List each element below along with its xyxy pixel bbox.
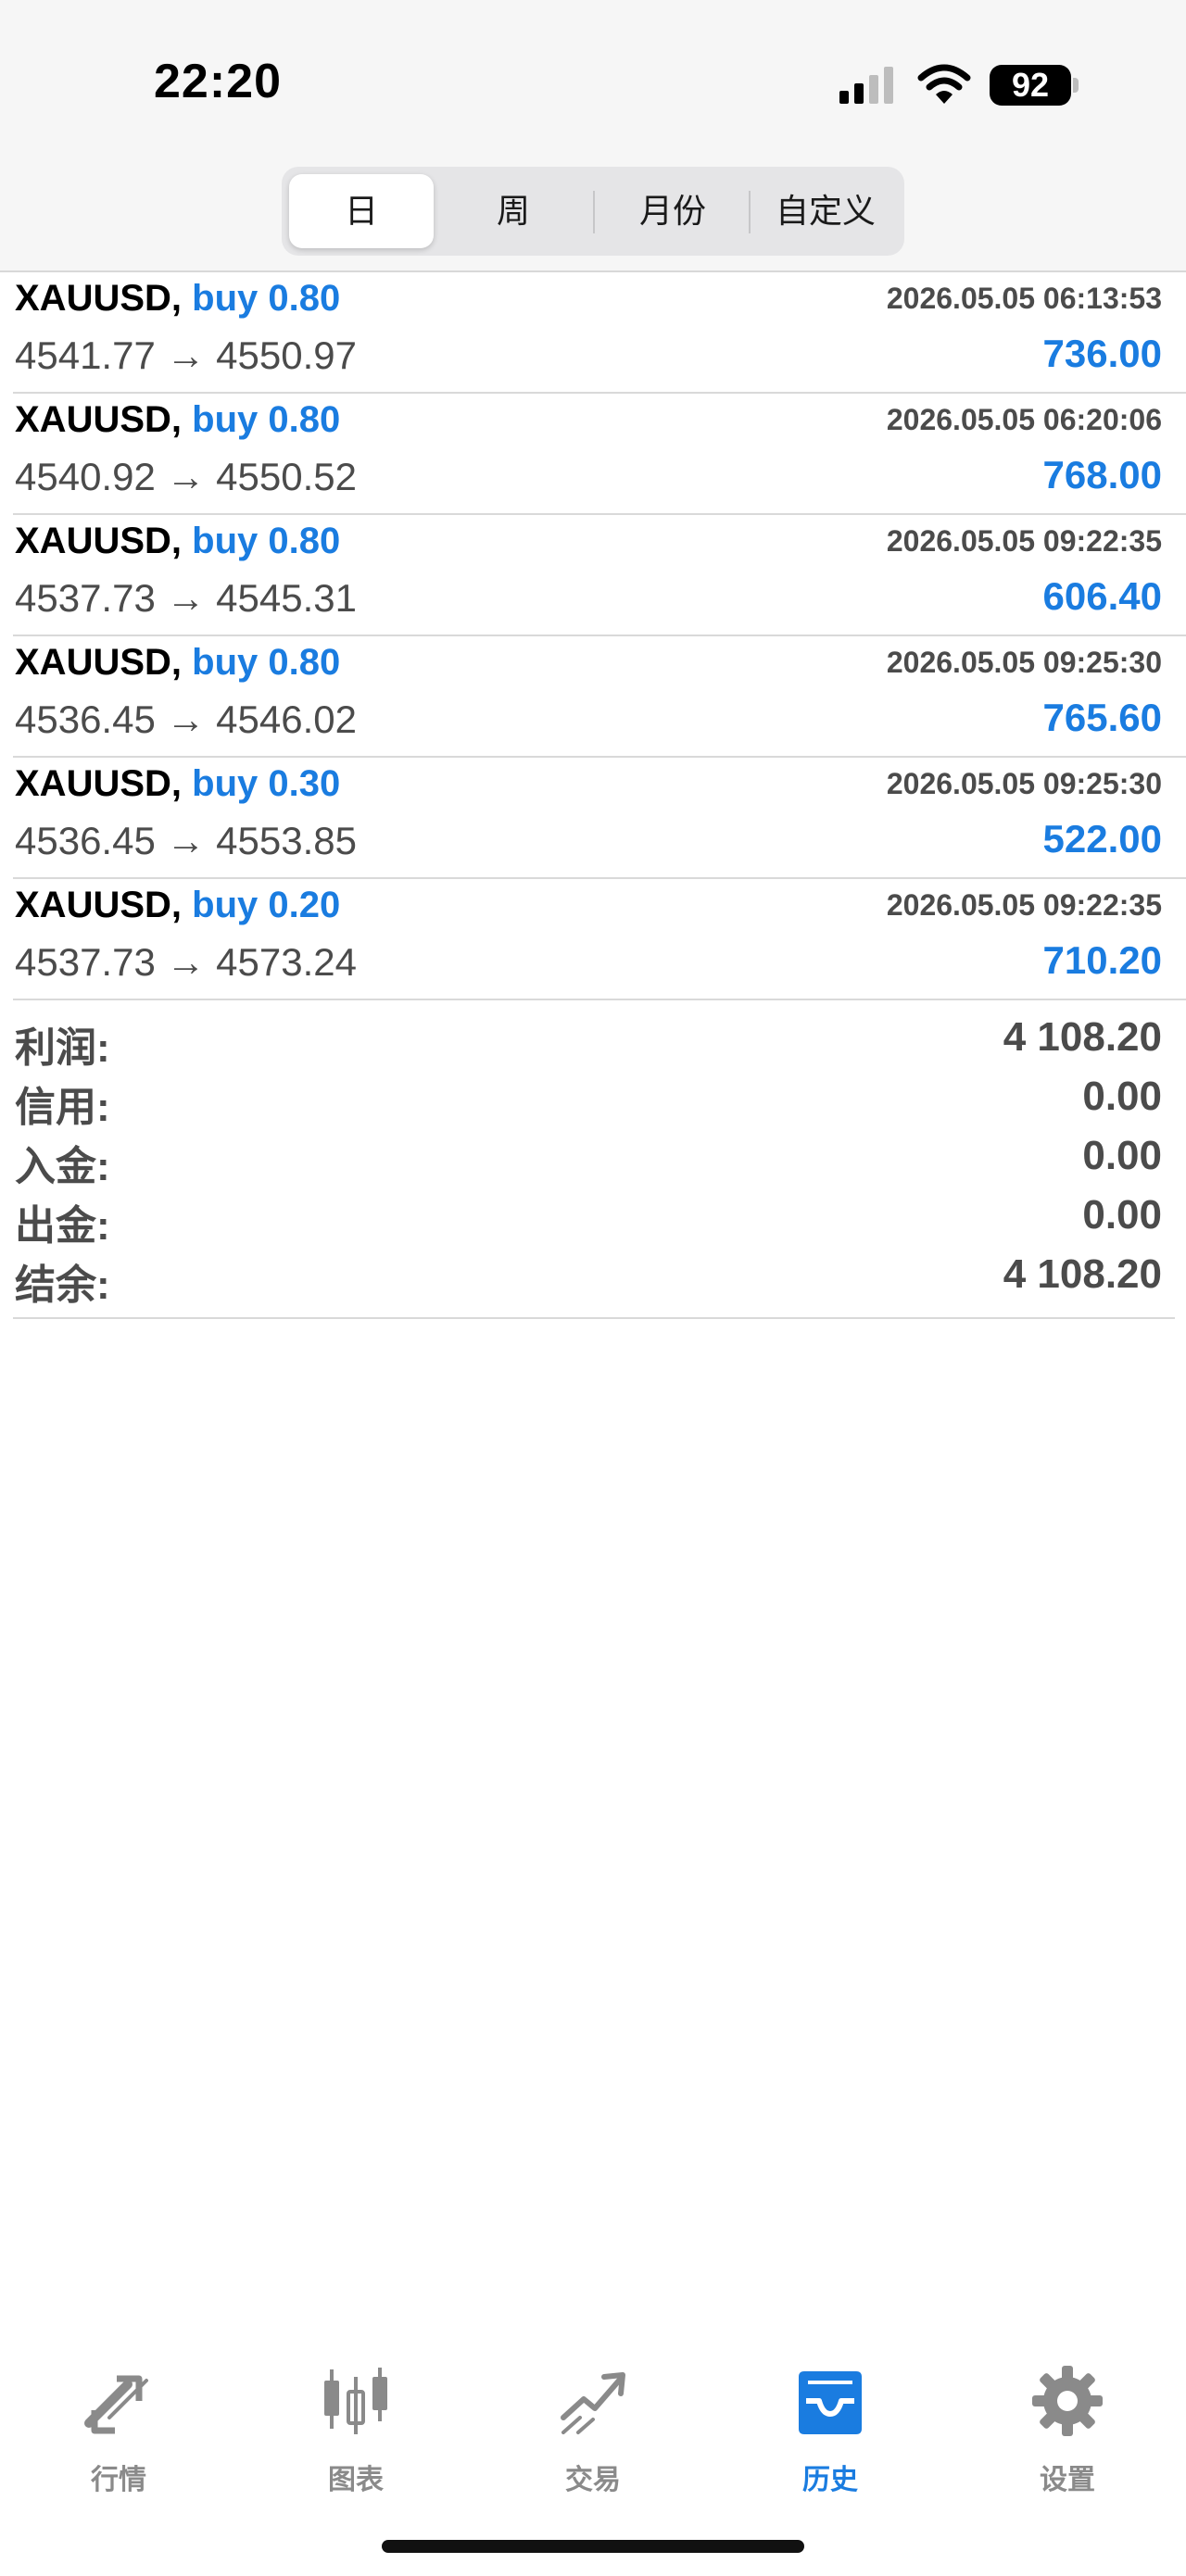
- summary-label: 信用:: [15, 1085, 110, 1130]
- tab-charts[interactable]: 图表: [272, 2344, 439, 2510]
- summary-label: 入金:: [15, 1144, 110, 1189]
- candlestick-chart-icon: [324, 2368, 387, 2434]
- deal-symbol-line: XAUUSD, buy 0.80: [15, 278, 340, 320]
- battery-indicator: 92: [990, 65, 1071, 106]
- tab-week[interactable]: 周: [439, 174, 587, 248]
- summary-value: 0.00: [1082, 1133, 1162, 1178]
- tab-day[interactable]: 日: [289, 174, 434, 248]
- summary-label: 出金:: [15, 1203, 110, 1249]
- summary-row-credit: 信用: 0.00: [13, 1074, 1162, 1133]
- deal-row[interactable]: XAUUSD, buy 0.80 2026.05.05 09:22:35 453…: [13, 515, 1186, 636]
- deal-row[interactable]: XAUUSD, buy 0.80 2026.05.05 06:13:53 454…: [13, 272, 1186, 394]
- deal-symbol-line: XAUUSD, buy 0.20: [15, 885, 340, 926]
- deal-prices: 4536.45 → 4546.02: [15, 697, 357, 741]
- tab-quotes[interactable]: 行情: [35, 2344, 202, 2510]
- tab-month[interactable]: 月份: [597, 174, 749, 248]
- summary-label: 利润:: [15, 1025, 110, 1071]
- deal-side: buy 0.80: [192, 521, 341, 561]
- tab-label: 交易: [565, 2465, 621, 2495]
- deal-side: buy 0.80: [192, 399, 341, 440]
- history-inbox-icon: [799, 2371, 862, 2434]
- deal-profit: 710.20: [1042, 938, 1162, 982]
- deal-time: 2026.05.05 09:22:35: [886, 524, 1162, 558]
- deal-row[interactable]: XAUUSD, buy 0.20 2026.05.05 09:22:35 453…: [13, 879, 1186, 1000]
- deal-side: buy 0.80: [192, 278, 341, 319]
- summary-value: 4 108.20: [1003, 1251, 1162, 1297]
- cellular-signal-icon: [839, 67, 893, 104]
- account-summary: 利润: 4 108.20 信用: 0.00 入金: 0.00 出金: 0.00 …: [13, 998, 1175, 1319]
- deal-symbol-line: XAUUSD, buy 0.30: [15, 763, 340, 805]
- segment-divider: [749, 191, 751, 233]
- deal-profit: 768.00: [1042, 453, 1162, 496]
- deal-symbol: XAUUSD,: [15, 399, 183, 440]
- summary-label: 结余:: [15, 1263, 110, 1308]
- deal-prices: 4537.73 → 4545.31: [15, 576, 357, 620]
- bottom-tab-bar: 行情 图表 交易 历史 设置: [0, 2344, 1186, 2529]
- tab-settings[interactable]: 设置: [984, 2344, 1151, 2510]
- deal-symbol: XAUUSD,: [15, 642, 183, 683]
- status-time: 22:20: [154, 55, 282, 108]
- deal-time: 2026.05.05 09:25:30: [886, 646, 1162, 679]
- tab-trade[interactable]: 交易: [510, 2344, 676, 2510]
- deal-symbol: XAUUSD,: [15, 885, 183, 925]
- tab-custom[interactable]: 自定义: [752, 174, 899, 248]
- deal-symbol: XAUUSD,: [15, 763, 183, 804]
- tab-history[interactable]: 历史: [747, 2344, 914, 2510]
- deal-symbol-line: XAUUSD, buy 0.80: [15, 521, 340, 562]
- deal-prices: 4537.73 → 4573.24: [15, 940, 357, 984]
- deal-profit: 522.00: [1042, 817, 1162, 861]
- deal-profit: 736.00: [1042, 332, 1162, 375]
- deal-prices: 4541.77 → 4550.97: [15, 333, 357, 377]
- deal-prices: 4540.92 → 4550.52: [15, 455, 357, 498]
- deal-time: 2026.05.05 09:22:35: [886, 888, 1162, 922]
- quotes-arrows-icon: [84, 2375, 148, 2434]
- deal-row[interactable]: XAUUSD, buy 0.80 2026.05.05 09:25:30 453…: [13, 636, 1186, 758]
- deal-symbol-line: XAUUSD, buy 0.80: [15, 399, 340, 441]
- tab-label: 行情: [91, 2465, 146, 2495]
- summary-row-profit: 利润: 4 108.20: [13, 1014, 1162, 1074]
- summary-row-withdrawal: 出金: 0.00: [13, 1192, 1162, 1251]
- deal-side: buy 0.20: [192, 885, 341, 925]
- deal-prices: 4536.45 → 4553.85: [15, 819, 357, 862]
- deal-time: 2026.05.05 06:13:53: [886, 282, 1162, 315]
- deal-symbol-line: XAUUSD, buy 0.80: [15, 642, 340, 684]
- home-indicator: [382, 2540, 804, 2553]
- gear-icon: [1032, 2366, 1103, 2436]
- deal-row[interactable]: XAUUSD, buy 0.30 2026.05.05 09:25:30 453…: [13, 758, 1186, 879]
- tab-label: 设置: [1040, 2465, 1095, 2495]
- deal-list: XAUUSD, buy 0.80 2026.05.05 06:13:53 454…: [0, 272, 1186, 1000]
- period-segmented-control: 日 周 月份 自定义: [282, 167, 904, 256]
- deal-row[interactable]: XAUUSD, buy 0.80 2026.05.05 06:20:06 454…: [13, 394, 1186, 515]
- summary-row-balance: 结余: 4 108.20: [13, 1251, 1162, 1311]
- deal-time: 2026.05.05 06:20:06: [886, 403, 1162, 436]
- battery-tip: [1073, 78, 1079, 93]
- summary-row-deposit: 入金: 0.00: [13, 1133, 1162, 1192]
- tab-label: 图表: [328, 2465, 384, 2495]
- wifi-icon: [917, 64, 971, 104]
- summary-value: 4 108.20: [1003, 1014, 1162, 1060]
- deal-time: 2026.05.05 09:25:30: [886, 767, 1162, 800]
- deal-side: buy 0.80: [192, 642, 341, 683]
- deal-side: buy 0.30: [192, 763, 341, 804]
- trade-trend-icon: [561, 2372, 625, 2434]
- tab-label: 历史: [802, 2465, 858, 2495]
- summary-value: 0.00: [1082, 1074, 1162, 1119]
- deal-symbol: XAUUSD,: [15, 278, 183, 319]
- top-bar: 22:20 92 日 周 月份 自定义: [0, 0, 1186, 272]
- deal-symbol: XAUUSD,: [15, 521, 183, 561]
- deal-profit: 765.60: [1042, 696, 1162, 739]
- summary-value: 0.00: [1082, 1192, 1162, 1238]
- segment-divider: [593, 191, 595, 233]
- deal-profit: 606.40: [1042, 574, 1162, 618]
